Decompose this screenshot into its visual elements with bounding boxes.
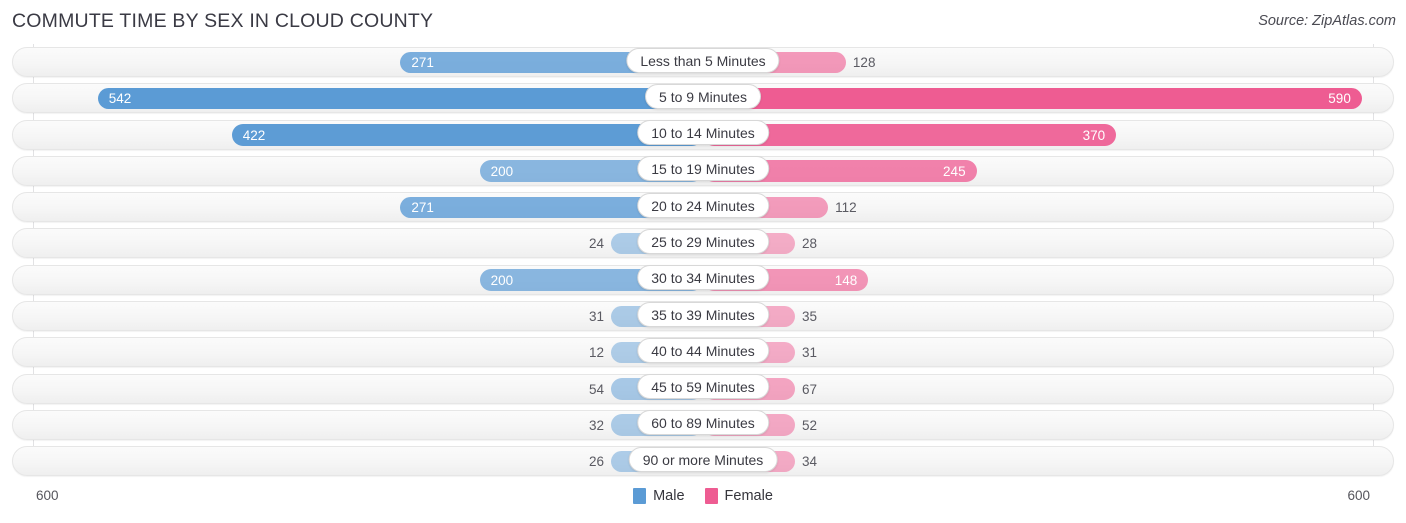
table-row: 200 148 30 to 34 Minutes (0, 262, 1406, 298)
category-label-pill: 25 to 29 Minutes (637, 228, 769, 254)
plot-area: 271 128 Less than 5 Minutes 542 590 5 to 9 Mi… (0, 44, 1406, 484)
bar-value-female: 112 (835, 200, 857, 216)
bar-value-male: 54 (588, 381, 604, 397)
table-row: 31 35 35 to 39 Minutes (0, 298, 1406, 334)
table-row: 271 112 20 to 24 Minutes (0, 189, 1406, 225)
bar-value-male: 200 (490, 272, 514, 288)
bar-value-female: 148 (834, 272, 858, 288)
table-row: 12 31 40 to 44 Minutes (0, 334, 1406, 370)
bar-rows: 271 128 Less than 5 Minutes 542 590 5 to 9 Mi… (0, 44, 1406, 480)
bar-value-male: 32 (588, 417, 604, 433)
bar-female[interactable] (703, 87, 1362, 110)
category-label-pill: 45 to 59 Minutes (637, 374, 769, 400)
table-row: 200 245 15 to 19 Minutes (0, 153, 1406, 189)
bar-value-female: 128 (852, 55, 876, 70)
source-attribution: Source: ZipAtlas.com (1258, 13, 1396, 29)
bar-value-female: 52 (802, 417, 818, 433)
table-row: 24 28 25 to 29 Minutes (0, 225, 1406, 261)
page-title: COMMUTE TIME BY SEX IN CLOUD COUNTY (12, 10, 434, 32)
bar-value-female: 31 (802, 345, 818, 361)
bar-male[interactable] (231, 124, 703, 146)
category-label-pill: 40 to 44 Minutes (637, 337, 769, 363)
bar-value-female: 590 (1328, 91, 1351, 107)
legend-swatch-icon (704, 488, 718, 504)
bar-value-male: 26 (588, 454, 604, 470)
bar-value-male: 24 (588, 236, 604, 252)
chart-header: COMMUTE TIME BY SEX IN CLOUD COUNTY Sour… (0, 0, 1406, 44)
chart-footer: 600 600 Male Female (0, 478, 1406, 523)
bar-value-male: 12 (588, 345, 604, 361)
category-label-pill: 5 to 9 Minutes (645, 83, 761, 109)
category-label-pill: 20 to 24 Minutes (637, 192, 769, 218)
legend-item-female[interactable]: Female (704, 488, 773, 504)
table-row: 26 34 90 or more Minutes (0, 443, 1406, 479)
table-row: 542 590 5 to 9 Minutes (0, 80, 1406, 116)
category-label-pill: 15 to 19 Minutes (637, 156, 769, 182)
legend-item-male[interactable]: Male (633, 488, 685, 504)
bar-value-male: 271 (411, 55, 434, 70)
table-row: 271 128 Less than 5 Minutes (0, 44, 1406, 80)
category-label-pill: 30 to 34 Minutes (637, 265, 769, 291)
category-label-pill: 60 to 89 Minutes (637, 410, 769, 436)
category-label-pill: 10 to 14 Minutes (637, 120, 769, 146)
bar-value-female: 35 (802, 309, 818, 325)
legend: Male Female (0, 488, 1406, 504)
bar-value-female: 245 (943, 163, 966, 179)
bar-value-female: 28 (802, 236, 818, 252)
bar-value-male: 31 (588, 309, 604, 325)
bar-value-male: 542 (108, 91, 132, 107)
legend-swatch-icon (633, 488, 647, 504)
table-row: 54 67 45 to 59 Minutes (0, 371, 1406, 407)
legend-label: Female (724, 488, 773, 504)
bar-value-male: 422 (242, 127, 266, 143)
bar-value-female: 34 (802, 454, 818, 470)
category-label-pill: 35 to 39 Minutes (637, 301, 769, 327)
bar-male[interactable] (97, 87, 703, 110)
bar-value-female: 67 (802, 381, 818, 397)
category-label-pill: 90 or more Minutes (628, 446, 778, 472)
bar-value-male: 200 (490, 163, 514, 179)
bar-value-male: 271 (411, 200, 434, 216)
table-row: 422 370 10 to 14 Minutes (0, 117, 1406, 153)
table-row: 32 52 60 to 89 Minutes (0, 407, 1406, 443)
legend-label: Male (653, 488, 685, 504)
bar-value-female: 370 (1082, 127, 1106, 143)
category-label-pill: Less than 5 Minutes (626, 47, 780, 73)
chart-root: COMMUTE TIME BY SEX IN CLOUD COUNTY Sour… (0, 0, 1406, 523)
